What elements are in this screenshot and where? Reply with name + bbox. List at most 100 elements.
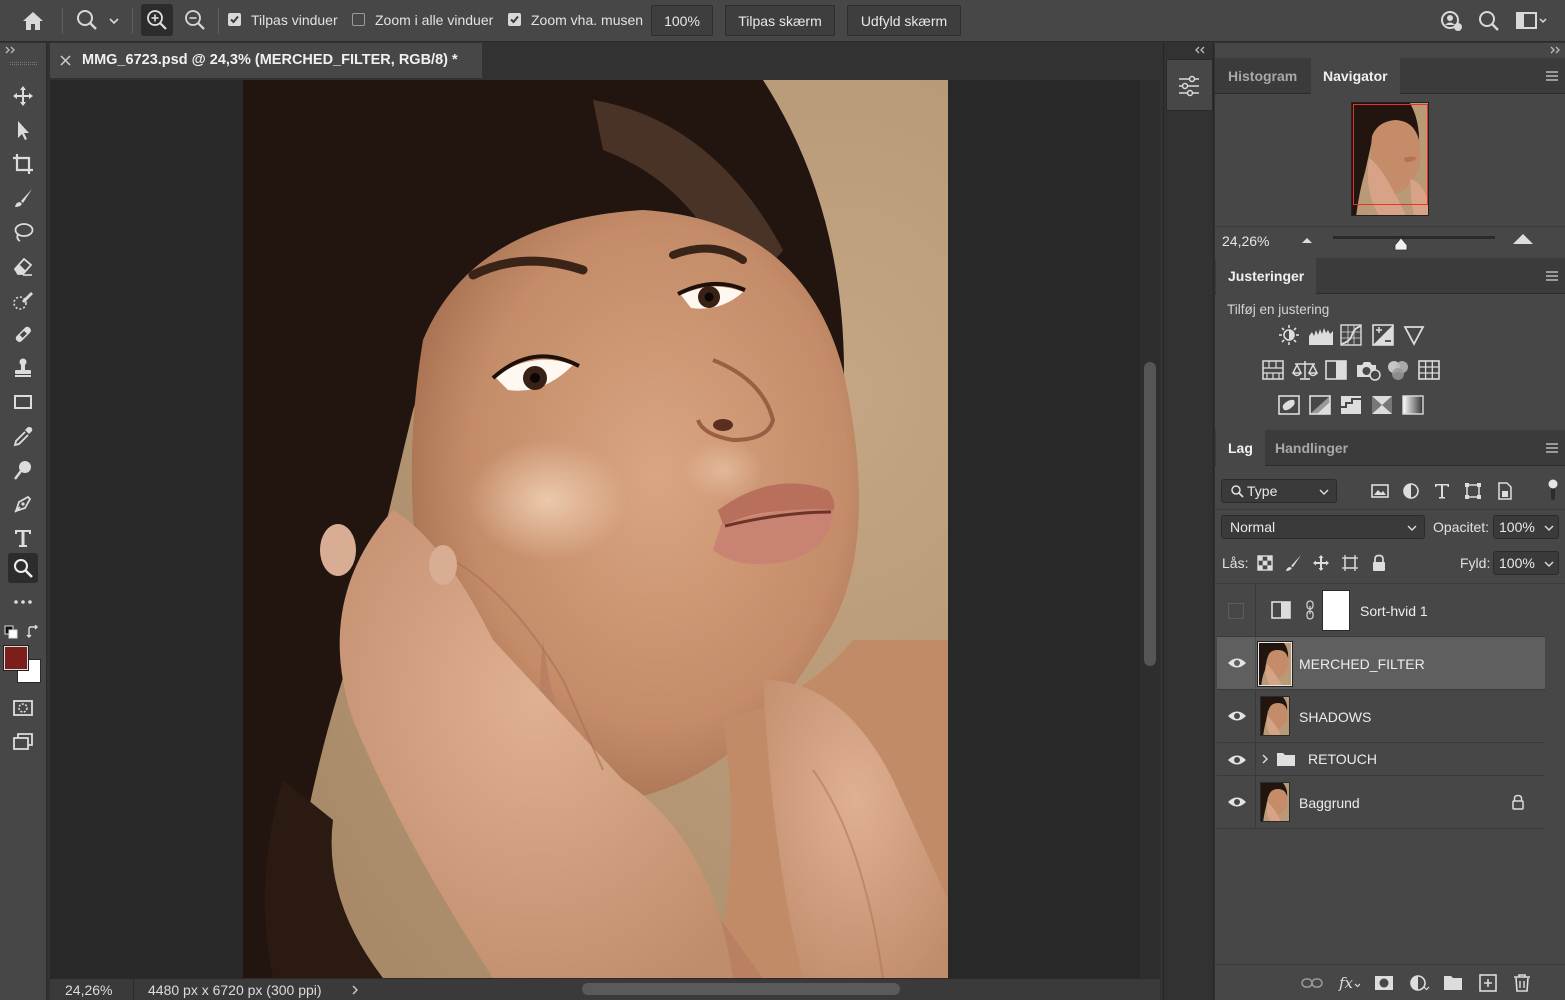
new-adjustment-layer-icon[interactable] [1408, 973, 1430, 993]
layer-row-shadows[interactable]: SHADOWS [1217, 690, 1545, 743]
layer-name[interactable]: Baggrund [1299, 795, 1360, 811]
lock-position-icon[interactable] [1312, 554, 1330, 572]
close-tab-icon[interactable] [60, 55, 71, 66]
discover-icon[interactable] [1438, 8, 1464, 34]
link-layers-icon[interactable] [1301, 973, 1323, 993]
document-tab[interactable]: MMG_6723.psd @ 24,3% (MERCHED_FILTER, RG… [50, 43, 482, 78]
status-zoom[interactable]: 24,26% [65, 982, 112, 998]
healing-brush-tool-icon[interactable] [8, 319, 38, 349]
navigator-menu-icon[interactable] [1545, 71, 1559, 81]
photo-filter-icon[interactable] [1355, 359, 1381, 381]
filter-pixel-icon[interactable] [1370, 481, 1390, 501]
filter-type-icon[interactable] [1432, 481, 1452, 501]
lock-artboard-icon[interactable] [1341, 554, 1359, 572]
horizontal-scroll-thumb[interactable] [582, 983, 900, 995]
type-tool-icon[interactable] [8, 523, 38, 553]
canvas-photo[interactable] [243, 80, 948, 978]
fit-screen-button[interactable]: Tilpas skærm [725, 5, 835, 36]
add-mask-icon[interactable] [1373, 973, 1395, 993]
zoom-all-windows-checkbox[interactable] [352, 13, 365, 26]
dodge-tool-icon[interactable] [8, 455, 38, 485]
zoom-in-icon[interactable] [141, 4, 173, 36]
layer-thumbnail[interactable] [1257, 641, 1293, 687]
fx-icon[interactable]: fx [1338, 973, 1360, 993]
threshold-icon[interactable] [1340, 394, 1362, 416]
navigator-zoom-slider[interactable] [1333, 236, 1495, 239]
navigator-preview[interactable] [1351, 102, 1429, 216]
brightness-contrast-icon[interactable] [1278, 324, 1300, 346]
search-icon[interactable] [1476, 8, 1502, 34]
workspace-icon[interactable] [1514, 8, 1548, 34]
status-menu-chevron-icon[interactable] [350, 984, 360, 996]
eye-icon[interactable] [1227, 709, 1247, 723]
lock-all-icon[interactable] [1370, 554, 1388, 572]
tab-histogram[interactable]: Histogram [1216, 58, 1309, 94]
layer-row-merched-filter[interactable]: MERCHED_FILTER [1217, 637, 1545, 690]
layer-row-baggrund[interactable]: Baggrund [1217, 776, 1545, 829]
layers-menu-icon[interactable] [1545, 443, 1559, 453]
lock-transparent-pixels-icon[interactable] [1256, 554, 1274, 572]
visibility-toggle-empty[interactable] [1228, 603, 1244, 619]
layer-row-sort-hvid[interactable]: Sort-hvid 1 [1217, 584, 1545, 637]
delete-layer-icon[interactable] [1511, 973, 1533, 993]
navigator-zoom-in-icon[interactable] [1512, 232, 1534, 246]
channel-mixer-icon[interactable] [1386, 359, 1410, 381]
navigator-view-box[interactable] [1353, 104, 1428, 205]
filter-adjustment-icon[interactable] [1401, 481, 1421, 501]
pen-tool-icon[interactable] [8, 489, 38, 519]
selective-color-icon[interactable] [1371, 394, 1393, 416]
eye-icon[interactable] [1227, 795, 1247, 809]
zoom-100-button[interactable]: 100% [651, 5, 713, 36]
quick-mask-icon[interactable] [8, 693, 38, 723]
layer-name[interactable]: RETOUCH [1308, 751, 1377, 767]
color-lookup-icon[interactable] [1418, 359, 1440, 381]
layer-filter-select[interactable]: Type [1221, 479, 1337, 503]
path-selection-tool-icon[interactable] [8, 115, 38, 145]
vertical-scrollbar[interactable] [1140, 80, 1160, 978]
foreground-color-swatch[interactable] [3, 645, 29, 671]
vibrance-icon[interactable] [1403, 324, 1425, 346]
navigator-zoom-out-icon[interactable] [1300, 235, 1314, 245]
chevron-right-icon[interactable] [1261, 753, 1269, 765]
properties-panel-icon[interactable] [1177, 75, 1201, 97]
filter-smart-object-icon[interactable] [1495, 481, 1515, 501]
tab-navigator[interactable]: Navigator [1311, 58, 1400, 94]
default-colors-icon[interactable] [4, 625, 18, 639]
fill-screen-button[interactable]: Udfyld skærm [847, 5, 961, 36]
tab-adjustments[interactable]: Justeringer [1216, 258, 1317, 294]
new-layer-icon[interactable] [1477, 973, 1499, 993]
adjustments-menu-icon[interactable] [1545, 271, 1559, 281]
fit-windows-checkbox[interactable] [228, 13, 241, 26]
eye-icon[interactable] [1227, 753, 1247, 767]
navigator-zoom-slider-thumb[interactable] [1394, 237, 1408, 251]
lasso-tool-icon[interactable] [8, 217, 38, 247]
black-white-icon[interactable] [1325, 359, 1347, 381]
layer-name[interactable]: Sort-hvid 1 [1360, 603, 1428, 619]
layer-mask-thumbnail[interactable] [1322, 590, 1350, 631]
posterize-icon[interactable] [1309, 394, 1331, 416]
filter-toggle[interactable] [1548, 478, 1558, 502]
hue-saturation-icon[interactable] [1262, 359, 1284, 381]
layer-name[interactable]: SHADOWS [1299, 709, 1371, 725]
lock-icon[interactable] [1511, 794, 1525, 810]
crop-tool-icon[interactable] [8, 149, 38, 179]
eye-icon[interactable] [1227, 656, 1247, 670]
layer-mask-link-icon[interactable] [1305, 600, 1315, 620]
lock-image-pixels-icon[interactable] [1284, 554, 1302, 572]
collapse-panels-icon[interactable] [1194, 45, 1208, 55]
rectangle-tool-icon[interactable] [8, 387, 38, 417]
layer-row-retouch-group[interactable]: RETOUCH [1217, 743, 1545, 776]
brush-tool-icon[interactable] [8, 183, 38, 213]
zoom-out-icon[interactable] [179, 4, 211, 36]
gradient-map-icon[interactable] [1402, 394, 1424, 416]
clone-stamp-tool-icon[interactable] [8, 353, 38, 383]
exposure-icon[interactable] [1372, 324, 1394, 346]
quick-selection-tool-icon[interactable] [8, 285, 38, 315]
scrubby-zoom-checkbox[interactable] [508, 13, 521, 26]
tab-layers[interactable]: Lag [1216, 430, 1265, 466]
filter-shape-icon[interactable] [1463, 481, 1483, 501]
opacity-field[interactable]: 100% [1493, 515, 1559, 539]
zoom-tool-preset-icon[interactable] [74, 8, 124, 34]
more-tools-icon[interactable] [8, 587, 38, 617]
vertical-scroll-thumb[interactable] [1144, 362, 1156, 666]
